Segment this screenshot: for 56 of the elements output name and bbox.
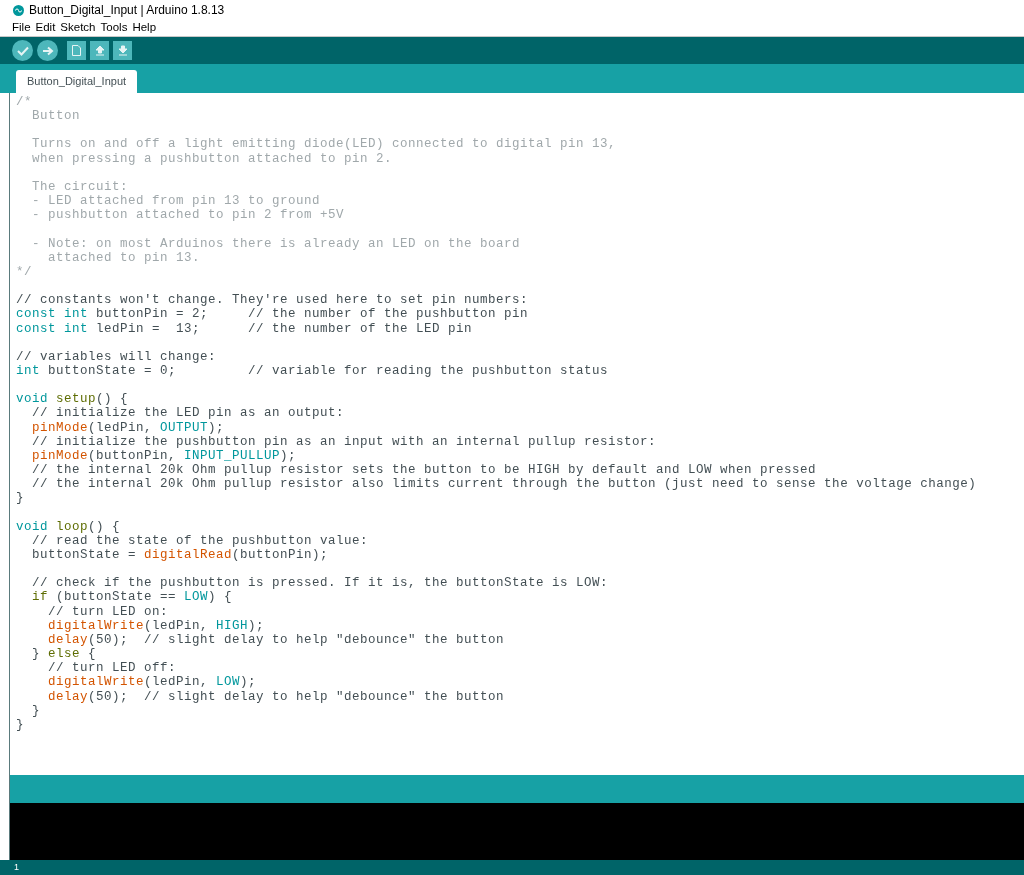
code-line: int buttonState = 0; // variable for reading the pushbutton status — [16, 363, 609, 379]
sketch-tab[interactable]: Button_Digital_Input — [16, 70, 138, 93]
menu-item[interactable]: Edit — [35, 19, 56, 37]
right-arrow-icon — [41, 45, 54, 56]
code-line: } — [16, 717, 24, 733]
code-line: // turn LED off: — [47, 661, 177, 676]
code-line: // variables will change: — [16, 349, 217, 364]
down-arrow-icon — [117, 45, 128, 56]
code-line: void loop() { — [16, 519, 121, 534]
code-line: delay(50); // slight delay to help "debounce" the button — [47, 632, 505, 648]
open-button[interactable] — [90, 41, 109, 60]
code-line: - LED attached from pin 13 to ground — [31, 194, 321, 209]
upload-button[interactable] — [37, 40, 58, 61]
code-line: // read the state of the pushbutton value: — [31, 533, 369, 548]
code-line: const int buttonPin = 2; // the number of the pushbutton pin — [16, 307, 529, 322]
code-line: - Note: on most Arduinos there is already an LED on the board — [31, 236, 521, 251]
menu-item[interactable]: Sketch — [60, 19, 96, 37]
document-icon — [72, 45, 81, 56]
code-line: // the internal 20k Ohm pullup resistor also limits current through the button (just need to sense the voltage change) — [31, 477, 977, 492]
code-line: delay(50); // slight delay to help "debounce" the button — [47, 689, 505, 704]
new-button[interactable] — [67, 41, 86, 60]
code-line: /* — [16, 95, 32, 110]
code-line: } — [16, 491, 24, 506]
code-line: when pressing a pushbutton attached to pin 2. — [31, 151, 393, 166]
code-line: // initialize the LED pin as an output: — [31, 406, 345, 421]
code-line: const int ledPin = 13; // the number of the LED pin — [16, 321, 473, 336]
window-title: Button_Digital_Input | Arduino 1.8.13 — [29, 2, 225, 19]
verify-button[interactable] — [12, 40, 33, 61]
code-line: // constants won't change. They're used here to set pin numbers: — [16, 293, 529, 308]
code-line: The circuit: — [31, 179, 129, 195]
code-line: if (buttonState == LOW) { — [31, 590, 233, 605]
code-line: void setup() { — [16, 392, 129, 407]
code-line: // check if the pushbutton is pressed. If it is, the buttonState is LOW: — [31, 576, 609, 591]
code-line: pinMode(buttonPin, INPUT_PULLUP); — [31, 448, 297, 464]
menu-item[interactable]: File — [12, 19, 31, 37]
code-line: */ — [16, 264, 32, 280]
code-line: Turns on and off a light emitting diode(LED) connected to digital pin 13, — [31, 137, 617, 152]
code-line: buttonState = digitalRead(buttonPin); — [31, 548, 329, 563]
menu-item[interactable]: Help — [132, 19, 157, 37]
code-line: digitalWrite(ledPin, HIGH); — [47, 618, 265, 633]
code-line: digitalWrite(ledPin, LOW); — [47, 675, 257, 690]
checkmark-icon — [16, 45, 29, 56]
line-number: 1 — [14, 860, 19, 874]
code-line: // turn LED on: — [47, 604, 169, 619]
app-logo-icon — [13, 4, 24, 16]
code-line: // initialize the pushbutton pin as an input with an internal pullup resistor: — [31, 434, 657, 449]
code-line: - pushbutton attached to pin 2 from +5V — [31, 208, 345, 223]
code-line: pinMode(ledPin, OUTPUT); — [31, 420, 225, 435]
code-line: // the internal 20k Ohm pullup resistor sets the button to be HIGH by default and LOW when pressed — [31, 463, 817, 478]
up-arrow-icon — [94, 45, 105, 56]
save-button[interactable] — [113, 41, 132, 60]
code-line: } else { — [31, 647, 97, 662]
code-line: attached to pin 13. — [47, 250, 201, 265]
menu-item[interactable]: Tools — [100, 19, 128, 37]
code-line: } — [31, 703, 40, 718]
code-line: Button — [31, 109, 80, 124]
